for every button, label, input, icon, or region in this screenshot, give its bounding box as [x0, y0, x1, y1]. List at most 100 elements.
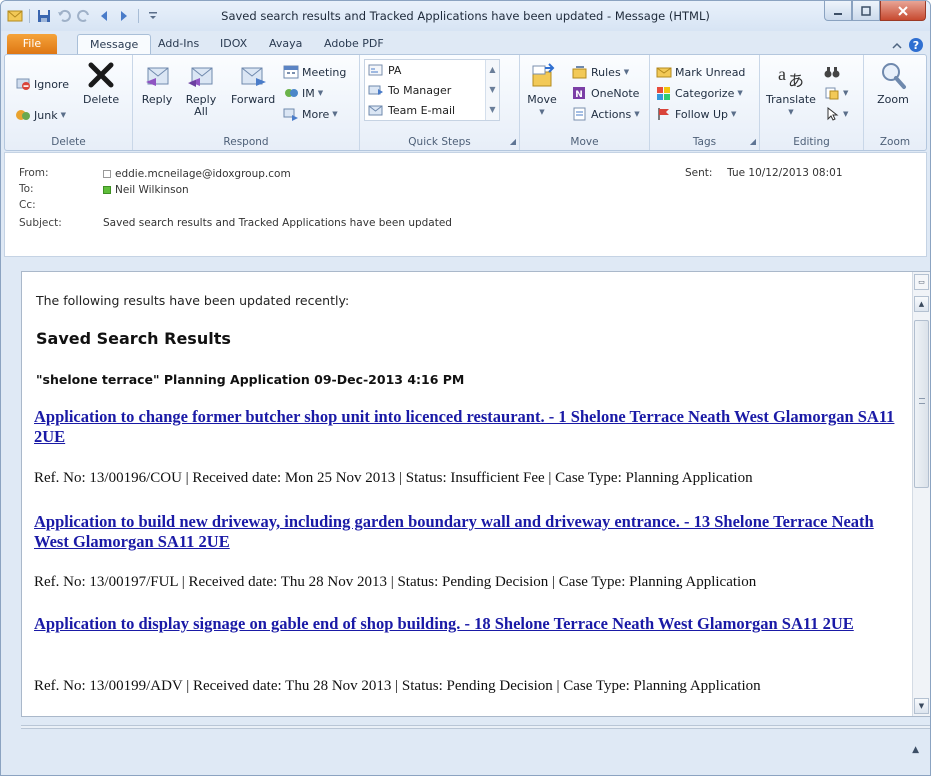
scroll-thumb[interactable] — [914, 320, 929, 488]
more-respond-icon — [283, 108, 298, 121]
quick-steps-scroll: ▲ ▼ ▼ — [485, 60, 499, 120]
group-quick-steps: PA To Manager Team E-mail ▲ ▼ ▼ ◢ Quick … — [360, 55, 520, 150]
from-value[interactable]: eddie.mcneilage@idoxgroup.com — [103, 167, 291, 181]
binoculars-icon — [824, 67, 840, 78]
minimize-button[interactable] — [824, 1, 852, 21]
onenote-button[interactable]: N OneNote — [572, 84, 639, 102]
quick-steps-up-icon[interactable]: ▲ — [486, 60, 499, 80]
find-button[interactable] — [824, 63, 840, 81]
tab-message[interactable]: Message — [77, 34, 152, 54]
cc-row: Cc: — [19, 199, 103, 213]
application-link[interactable]: Application to display signage on gable … — [34, 614, 900, 634]
more-respond-button[interactable]: More ▼ — [283, 105, 338, 123]
from-label: From: — [19, 167, 49, 179]
quick-step-team-email[interactable]: Team E-mail — [368, 101, 455, 119]
rules-button[interactable]: Rules ▼ — [572, 63, 629, 81]
quick-step-manager-icon — [368, 85, 383, 95]
group-move: Move ▼ Rules ▼ N OneNote Actions ▼ Move — [520, 55, 650, 150]
ignore-button[interactable]: Ignore — [15, 75, 69, 93]
svg-text:N: N — [575, 90, 583, 100]
quick-steps-down-icon[interactable]: ▼ — [486, 80, 499, 100]
quick-steps-more-icon[interactable]: ▼ — [486, 100, 499, 120]
minimize-ribbon-icon[interactable] — [892, 40, 902, 53]
close-button[interactable] — [880, 1, 926, 21]
ribbon-tab-bar: File Message Add-Ins IDOX Avaya Adobe PD… — [1, 31, 930, 54]
maximize-button[interactable] — [852, 1, 880, 21]
junk-dropdown-icon: ▼ — [60, 111, 66, 119]
categorize-button[interactable]: Categorize ▼ — [656, 84, 743, 102]
quick-step-pa-label: PA — [388, 63, 402, 77]
group-tags: Mark Unread Categorize ▼ Follow Up ▼ ◢ T… — [650, 55, 760, 150]
related-dropdown-icon: ▼ — [843, 89, 849, 97]
more-dropdown-icon: ▼ — [332, 110, 338, 118]
from-address: eddie.mcneilage@idoxgroup.com — [115, 168, 291, 180]
move-label: Move — [527, 93, 557, 106]
junk-button[interactable]: Junk ▼ — [15, 106, 66, 124]
to-value[interactable]: Neil Wilkinson — [103, 183, 189, 197]
presence-unknown-icon — [103, 170, 111, 178]
more-respond-label: More — [302, 107, 330, 121]
related-icon — [825, 87, 839, 100]
tab-avaya[interactable]: Avaya — [257, 34, 314, 54]
meeting-button[interactable]: Meeting — [283, 63, 346, 81]
select-button[interactable]: ▼ — [824, 105, 848, 123]
delete-button[interactable]: Delete — [83, 59, 119, 106]
quick-step-to-manager-label: To Manager — [388, 83, 452, 97]
mark-unread-button[interactable]: Mark Unread — [656, 63, 745, 81]
forward-icon — [237, 59, 269, 91]
caption-buttons — [824, 1, 926, 21]
reading-pane-toggle-icon[interactable]: ▭ — [914, 274, 929, 290]
related-button[interactable]: ▼ — [824, 84, 848, 102]
translate-button[interactable]: aあ Translate ▼ — [766, 59, 816, 118]
svg-text:?: ? — [913, 39, 919, 52]
cc-label: Cc: — [19, 199, 36, 211]
reply-all-label-2: All — [194, 105, 208, 118]
intro-text: The following results have been updated … — [36, 293, 350, 308]
categorize-icon — [657, 87, 670, 100]
zoom-label: Zoom — [877, 93, 909, 106]
from-row: From: eddie.mcneilage@idoxgroup.com — [19, 167, 291, 181]
application-link[interactable]: Application to change former butcher sho… — [34, 407, 900, 447]
expand-people-pane-icon[interactable]: ▲ — [912, 745, 919, 755]
scroll-up-icon[interactable]: ▲ — [914, 296, 929, 312]
translate-icon: aあ — [775, 59, 807, 91]
sent-info: Sent: Tue 10/12/2013 08:01 — [685, 167, 843, 179]
scroll-grip-icon — [919, 398, 925, 404]
group-respond: Reply Reply All Forward Meeting IM ▼ Mor… — [133, 55, 360, 150]
quick-step-to-manager[interactable]: To Manager — [368, 81, 451, 99]
follow-up-button[interactable]: Follow Up ▼ — [656, 105, 736, 123]
tab-add-ins[interactable]: Add-Ins — [146, 34, 211, 54]
quick-step-pa[interactable]: PA — [368, 61, 401, 79]
application-link[interactable]: Application to build new driveway, inclu… — [34, 512, 900, 552]
group-label-quick-steps: Quick Steps — [408, 136, 471, 148]
move-button[interactable]: Move ▼ — [526, 59, 558, 118]
tab-adobe-pdf[interactable]: Adobe PDF — [312, 34, 396, 54]
im-button[interactable]: IM ▼ — [283, 84, 323, 102]
people-pane-splitter[interactable] — [21, 725, 930, 729]
actions-label: Actions — [591, 107, 632, 121]
group-label-delete: Delete — [51, 136, 86, 148]
meeting-icon — [283, 65, 299, 79]
follow-up-flag-icon — [658, 108, 669, 120]
presence-available-icon — [103, 186, 111, 194]
section-title: Saved Search Results — [36, 329, 231, 348]
message-body: The following results have been updated … — [34, 272, 900, 716]
tab-file[interactable]: File — [7, 34, 57, 54]
group-label-respond: Respond — [223, 136, 269, 148]
scroll-down-icon[interactable]: ▼ — [914, 698, 929, 714]
categorize-label: Categorize — [675, 86, 735, 100]
reply-all-button[interactable]: Reply All — [185, 59, 217, 118]
zoom-button[interactable]: Zoom — [877, 59, 909, 106]
actions-button[interactable]: Actions ▼ — [572, 105, 640, 123]
tab-idox[interactable]: IDOX — [208, 34, 259, 54]
sent-value: Tue 10/12/2013 08:01 — [727, 167, 843, 179]
reading-pane[interactable]: The following results have been updated … — [21, 271, 930, 717]
rules-label: Rules — [591, 65, 621, 79]
reply-button[interactable]: Reply — [141, 59, 173, 106]
group-label-tags: Tags — [692, 136, 717, 148]
move-icon — [526, 59, 558, 91]
vertical-scrollbar[interactable]: ▭ ▲ ▼ — [912, 272, 930, 716]
translate-label: Translate — [766, 93, 816, 106]
mark-unread-icon — [656, 67, 672, 78]
forward-button[interactable]: Forward — [231, 59, 275, 106]
